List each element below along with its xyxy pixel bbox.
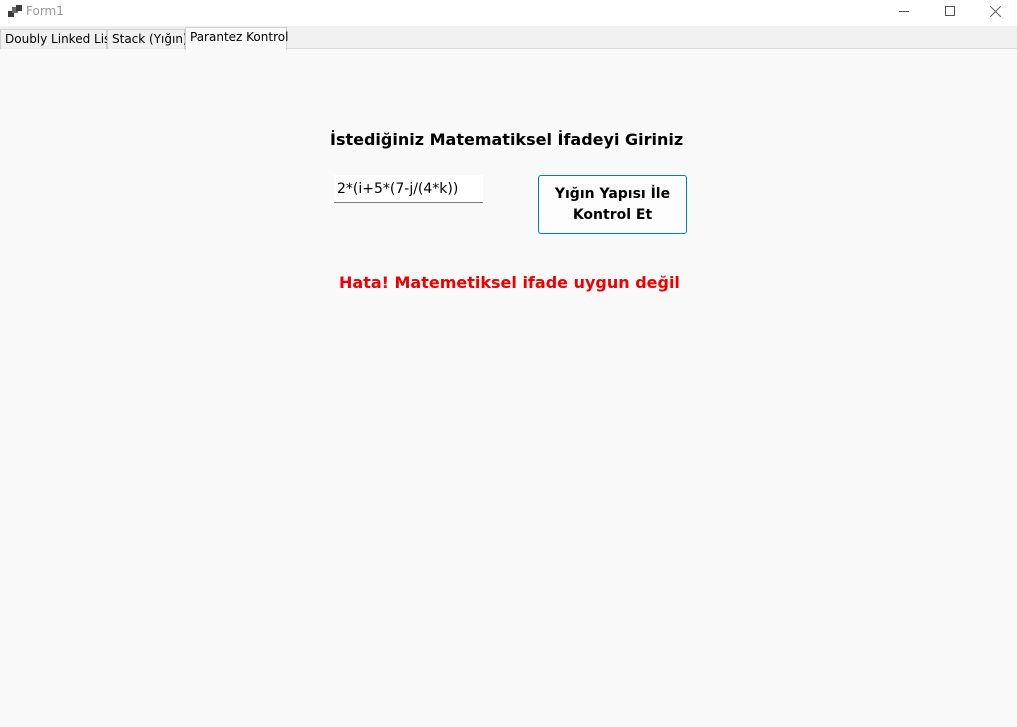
page-heading: İstediğiniz Matematiksel İfadeyi Giriniz — [330, 130, 684, 149]
tab-stack[interactable]: Stack (Yığın) — [107, 29, 188, 49]
close-icon — [990, 5, 1002, 17]
tab-strip: Doubly Linked List Stack (Yığın) Parante… — [0, 26, 1017, 50]
check-with-stack-button[interactable]: Yığın Yapısı İle Kontrol Et — [538, 175, 687, 234]
close-button[interactable] — [973, 0, 1017, 22]
window-title: Form1 — [26, 4, 64, 18]
maximize-icon — [945, 6, 955, 16]
maximize-button[interactable] — [927, 0, 973, 22]
expression-input[interactable] — [334, 175, 483, 203]
title-bar[interactable]: Form1 — [0, 0, 1017, 26]
app-icon — [8, 5, 22, 19]
tab-parantez-kontrol[interactable]: Parantez Kontrol — [185, 27, 288, 50]
error-message: Hata! Matemetiksel ifade uygun değil — [339, 273, 680, 292]
minimize-button[interactable] — [881, 0, 927, 22]
tab-doubly-linked-list[interactable]: Doubly Linked List — [0, 29, 115, 49]
minimize-icon — [899, 10, 909, 12]
app-window: Form1 Doubly Linked List Stack (Yığın) P… — [0, 0, 1017, 727]
